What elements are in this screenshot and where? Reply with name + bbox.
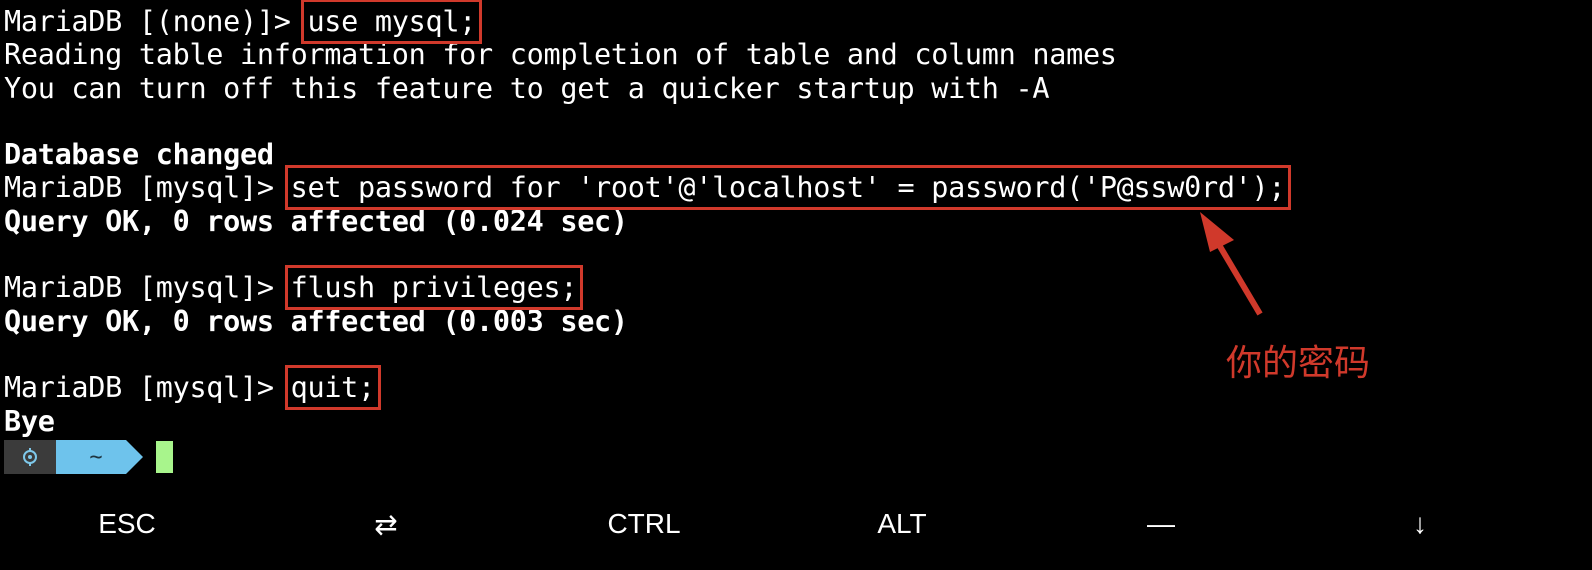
tab-key[interactable]: ⇄ [326, 492, 446, 556]
ctrl-key[interactable]: CTRL [584, 492, 704, 556]
down-arrow-key[interactable]: ↓ [1360, 492, 1480, 556]
tab-icon: ⇄ [374, 508, 398, 540]
extra-keys-bar: ESC ⇄ CTRL ALT — ↓ [0, 492, 1592, 556]
annotation-arrow [1200, 212, 1263, 316]
annotation-label: 你的密码 [1226, 343, 1371, 384]
alt-key[interactable]: ALT [842, 492, 962, 556]
esc-key[interactable]: ESC [67, 492, 187, 556]
dash-key[interactable]: — [1101, 492, 1221, 556]
down-arrow-icon: ↓ [1413, 508, 1427, 539]
